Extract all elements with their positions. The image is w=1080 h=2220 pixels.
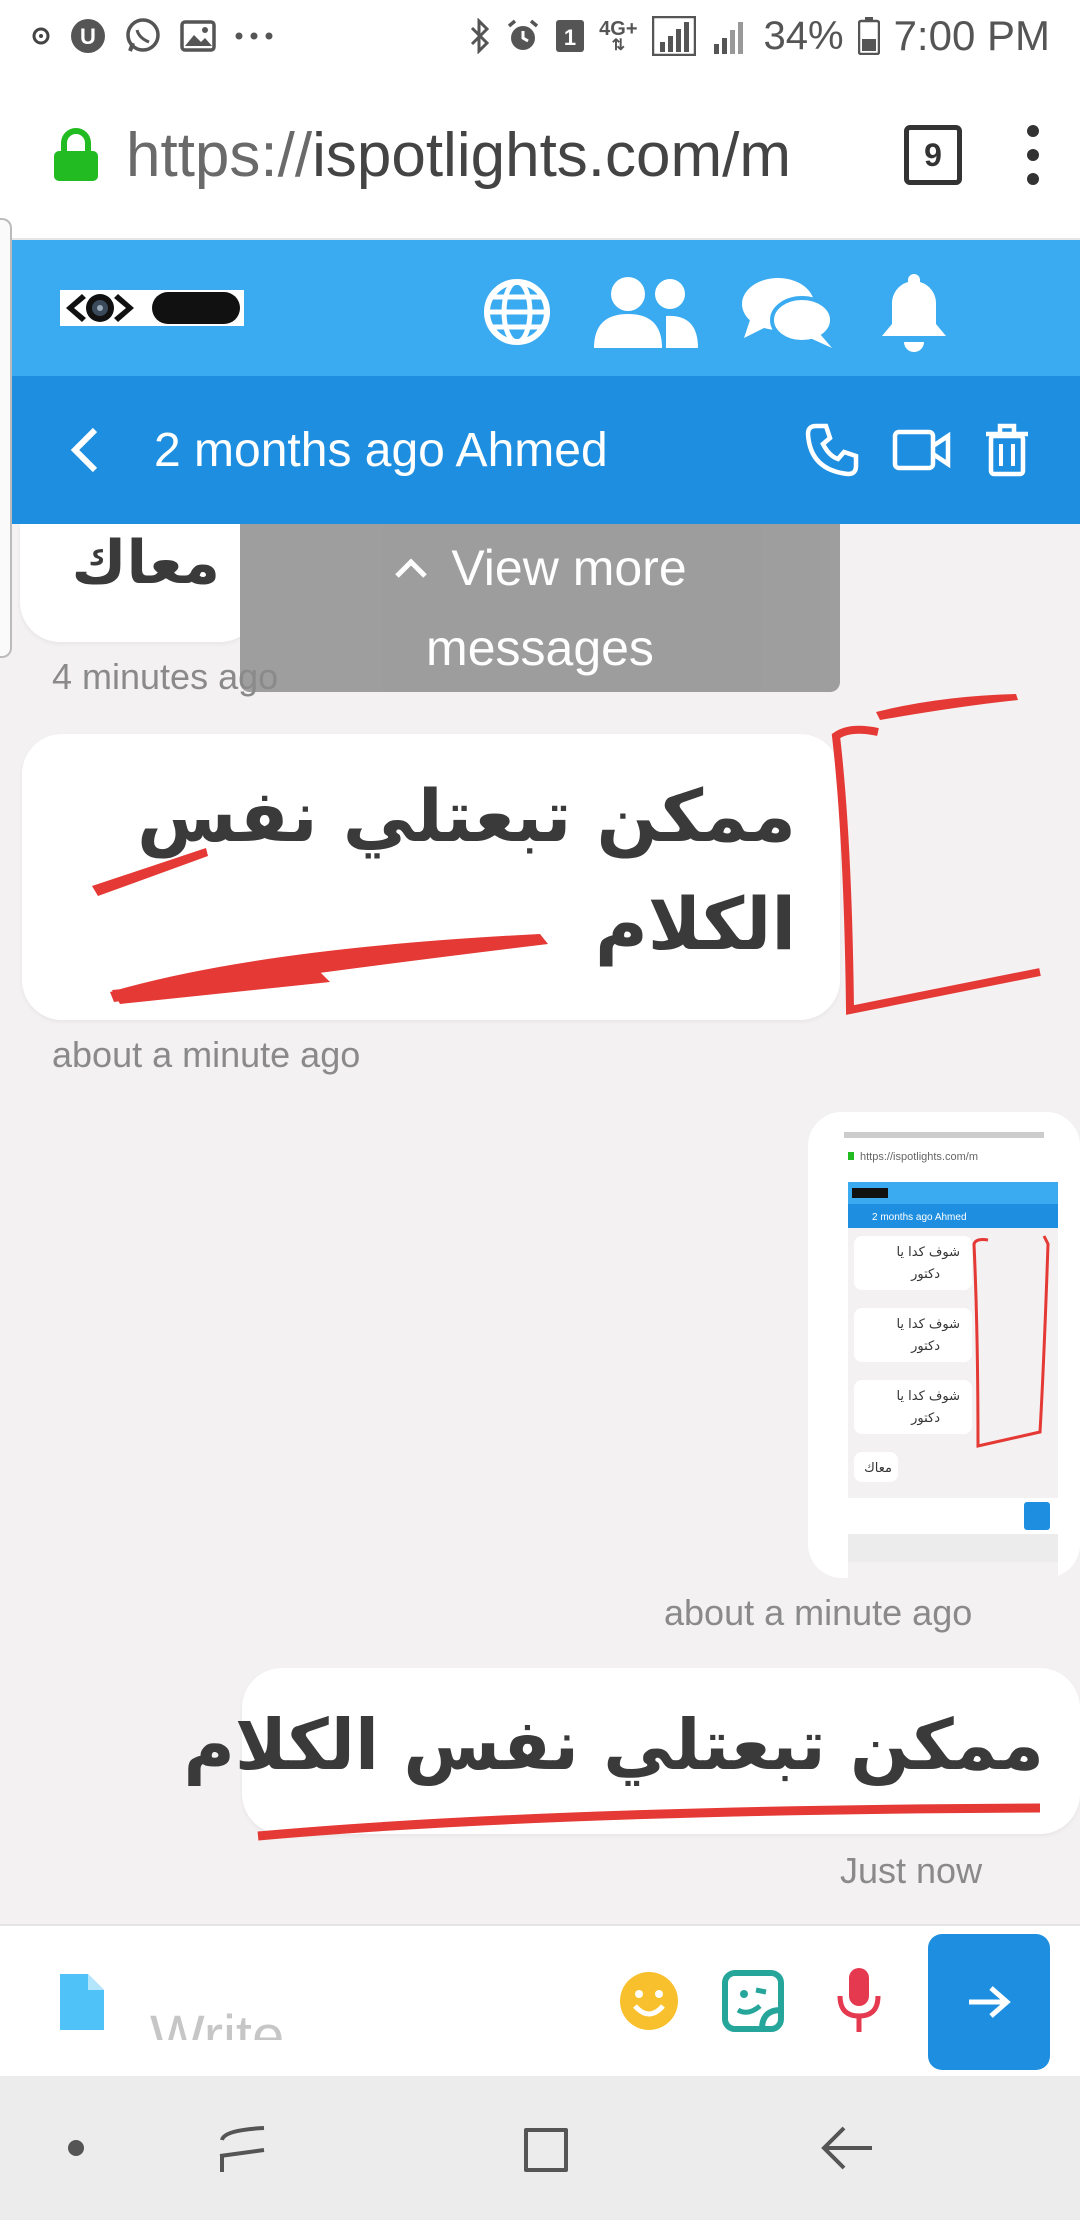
message-text: معاك bbox=[71, 528, 220, 598]
message-time: about a minute ago bbox=[52, 1034, 361, 1075]
chat-actions bbox=[804, 422, 1030, 478]
back-nav-button[interactable] bbox=[818, 2116, 878, 2180]
status-bar: U 1 4G+ ⇅ 34% 7:00 PM bbox=[0, 0, 1080, 72]
notification-icons: U bbox=[30, 16, 274, 56]
red-annotation-marks bbox=[92, 694, 1041, 1015]
message-time: about a minute ago bbox=[664, 1592, 973, 1633]
recent-apps-icon bbox=[219, 2126, 265, 2172]
notifications-bell-icon[interactable] bbox=[876, 270, 952, 354]
signal-icon-1 bbox=[651, 16, 696, 56]
battery-icon bbox=[857, 16, 880, 56]
dot-icon bbox=[68, 2140, 84, 2156]
signal-icon-2 bbox=[710, 16, 750, 56]
preview-msg: شوف كدا يا bbox=[896, 1317, 960, 1332]
preview-title: 2 months ago Ahmed bbox=[872, 1212, 967, 1223]
chat-header: 2 months ago Ahmed bbox=[12, 376, 1080, 524]
network-type-label: 4G+ bbox=[599, 18, 638, 40]
url-host: ispotlights.com/m bbox=[312, 120, 792, 190]
view-more-messages-button[interactable]: View more messages bbox=[240, 524, 840, 692]
url-field[interactable]: https://ispotlights.com/m bbox=[126, 120, 846, 191]
emoji-icon[interactable] bbox=[618, 1970, 680, 2032]
home-square-icon bbox=[524, 2128, 568, 2172]
message-time: Just now bbox=[840, 1850, 983, 1891]
system-navigation-bar bbox=[0, 2076, 1080, 2220]
bluetooth-icon bbox=[469, 16, 491, 56]
preview-url: https://ispotlights.com/m bbox=[860, 1151, 978, 1163]
sim-badge-number: 1 bbox=[564, 25, 576, 50]
video-call-icon[interactable] bbox=[892, 428, 952, 472]
message-input[interactable]: Write bbox=[150, 2000, 284, 2040]
red-underline-mark bbox=[257, 1803, 1041, 1841]
view-more-label-2: messages bbox=[426, 620, 654, 676]
site-logo[interactable] bbox=[60, 288, 244, 328]
tab-count: 9 bbox=[924, 136, 942, 173]
url-protocol: https:// bbox=[126, 120, 313, 190]
arrow-right-icon bbox=[969, 1986, 1011, 2018]
home-button[interactable] bbox=[516, 2116, 576, 2180]
battery-percent: 34% bbox=[763, 13, 844, 58]
microphone-icon[interactable] bbox=[836, 1966, 882, 2036]
messages-icon[interactable] bbox=[740, 274, 836, 350]
alarm-icon bbox=[505, 16, 541, 56]
preview-msg: شوف كدا يا bbox=[896, 1389, 960, 1404]
header-nav bbox=[482, 270, 952, 354]
back-button[interactable] bbox=[54, 420, 114, 480]
friends-icon[interactable] bbox=[592, 274, 700, 350]
system-status: 1 4G+ ⇅ 34% 7:00 PM bbox=[469, 12, 1050, 60]
tab-switcher-button[interactable]: 9 bbox=[904, 125, 962, 185]
browser-url-bar[interactable]: https://ispotlights.com/m 9 bbox=[0, 72, 1080, 240]
preview-last-msg: معاك bbox=[864, 1461, 892, 1476]
delete-trash-icon[interactable] bbox=[984, 422, 1030, 478]
message-bubble-left[interactable]: معاك bbox=[20, 524, 260, 642]
send-button[interactable] bbox=[928, 1934, 1050, 2070]
screenshot-preview-image: https://ispotlights.com/m 2 months ago A… bbox=[808, 1112, 1080, 1578]
browser-menu-icon[interactable] bbox=[1026, 125, 1040, 185]
whatsapp-icon bbox=[124, 16, 162, 56]
edge-panel-handle[interactable] bbox=[0, 218, 12, 658]
chevron-left-icon bbox=[70, 427, 98, 473]
preview-msg: دكتور bbox=[910, 1411, 940, 1426]
preview-msg: دكتور bbox=[910, 1267, 940, 1282]
chat-title: 2 months ago Ahmed bbox=[154, 423, 608, 477]
more-notifications-icon bbox=[234, 16, 274, 56]
gallery-icon bbox=[180, 16, 216, 56]
phone-call-icon[interactable] bbox=[804, 422, 860, 478]
preview-msg: دكتور bbox=[910, 1339, 940, 1354]
nav-dot-button[interactable] bbox=[56, 2116, 96, 2180]
u-badge-icon: U bbox=[70, 16, 106, 56]
message-text: ممكن تبعتلي نفس الكلام bbox=[183, 1704, 1044, 1786]
site-header bbox=[12, 240, 1080, 376]
app-notification-icon bbox=[30, 16, 52, 56]
recent-apps-button[interactable] bbox=[212, 2116, 272, 2180]
clock: 7:00 PM bbox=[893, 12, 1050, 59]
attach-file-icon[interactable] bbox=[58, 1972, 106, 2032]
sim-badge: 1 bbox=[555, 16, 585, 56]
image-message-thumbnail[interactable]: https://ispotlights.com/m 2 months ago A… bbox=[808, 1112, 1080, 1578]
lock-icon[interactable] bbox=[52, 127, 100, 183]
chevron-up-icon bbox=[395, 558, 428, 578]
back-arrow-icon bbox=[821, 2126, 872, 2170]
preview-msg: شوف كدا يا bbox=[896, 1245, 960, 1260]
network-type: 4G+ ⇅ bbox=[599, 18, 638, 54]
sticker-icon[interactable] bbox=[722, 1970, 784, 2032]
svg-text:U: U bbox=[80, 24, 96, 49]
view-more-label-1: View more bbox=[451, 540, 687, 596]
globe-icon[interactable] bbox=[482, 277, 552, 347]
